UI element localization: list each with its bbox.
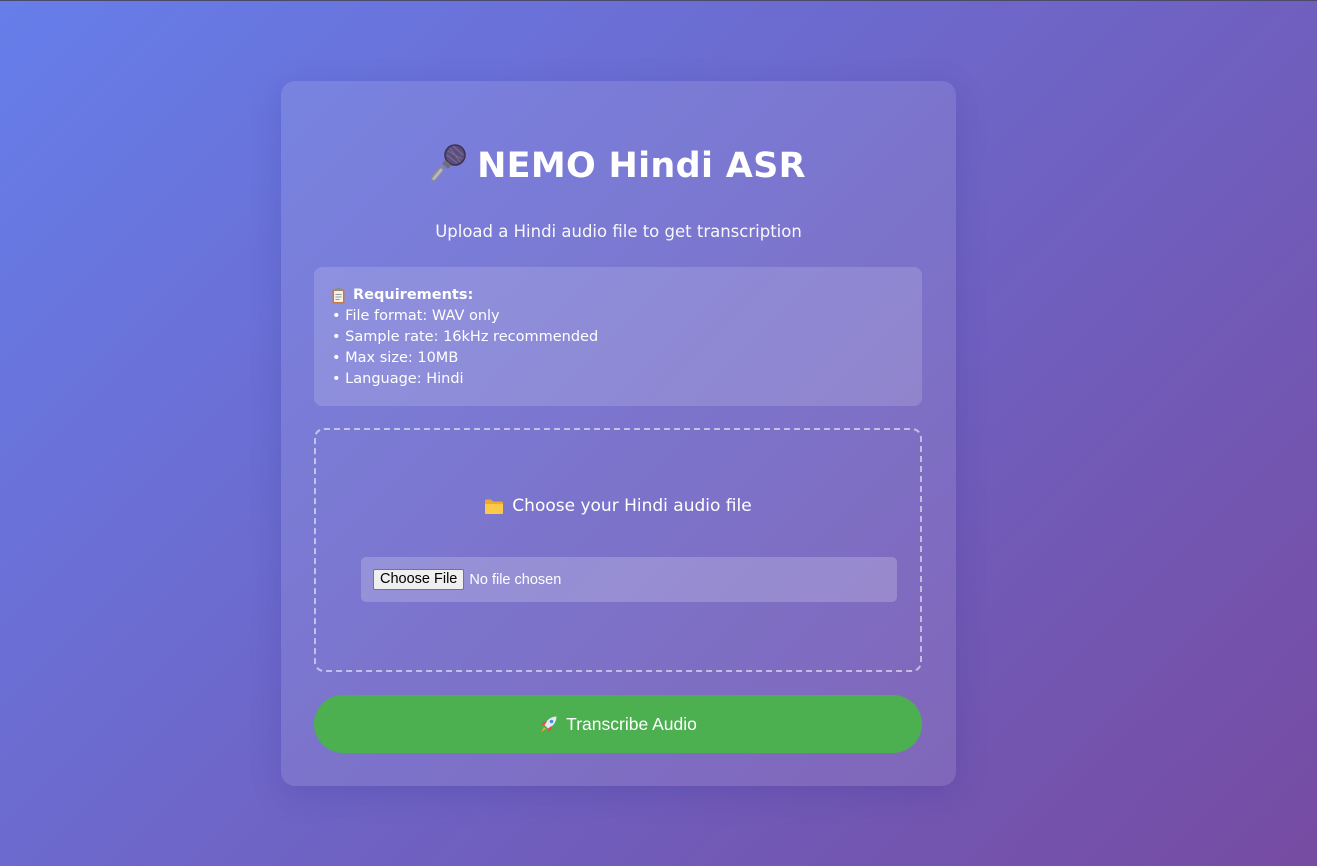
page-title: NEMO Hindi ASR [281,143,956,188]
upload-label-text: Choose your Hindi audio file [512,496,752,516]
upload-label: Choose your Hindi audio file [316,494,920,518]
asr-card: NEMO Hindi ASR Upload a Hindi audio file… [281,81,956,786]
choose-file-button[interactable]: Choose File [373,569,465,590]
rocket-icon [539,715,558,734]
page-subtitle: Upload a Hindi audio file to get transcr… [435,222,802,241]
transcribe-label: Transcribe Audio [566,713,697,734]
requirement-item: • Max size: 10MB [332,350,459,366]
transcribe-audio-button[interactable]: Transcribe Audio [314,695,922,753]
requirements-heading: Requirements: [332,285,904,306]
microphone-icon [429,143,467,183]
file-drop-zone[interactable]: Choose your Hindi audio file Choose File… [314,428,922,672]
folder-icon [484,498,504,515]
file-input[interactable]: Choose File No file chosen [361,557,897,602]
requirements-heading-text: Requirements: [353,287,474,303]
requirements-panel: Requirements: • File format: WAV only • … [314,267,922,406]
file-status: No file chosen [469,571,562,588]
requirement-item: • Language: Hindi [332,371,464,387]
title-text: NEMO Hindi ASR [477,146,806,186]
clipboard-icon [332,287,345,304]
requirement-item: • Sample rate: 16kHz recommended [332,329,599,345]
requirement-item: • File format: WAV only [332,308,500,324]
